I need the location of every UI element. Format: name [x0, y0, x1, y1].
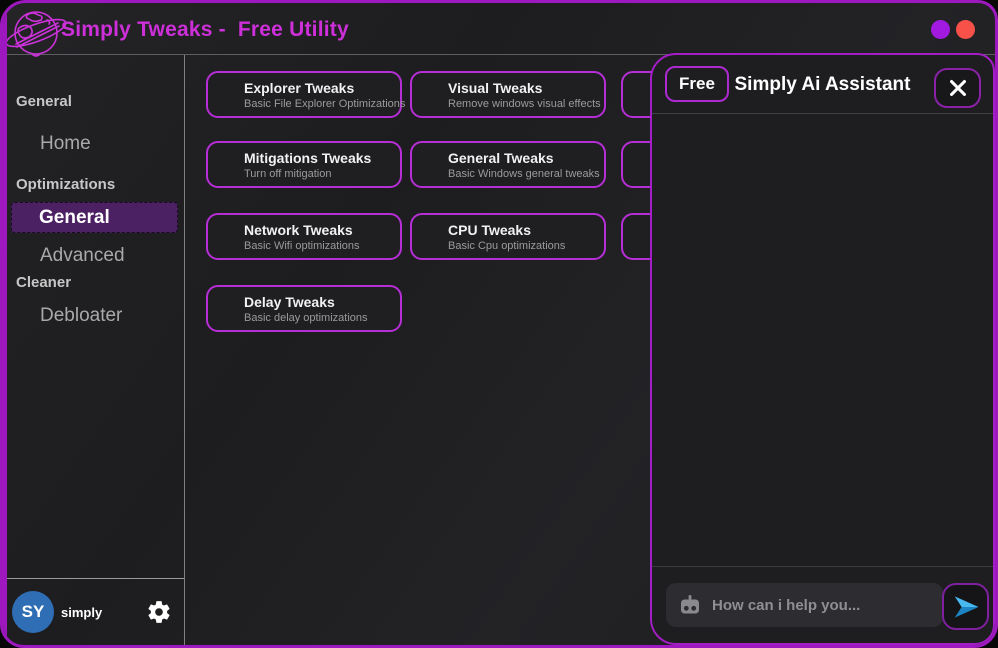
titlebar: Simply Tweaks - Free Utility	[3, 3, 995, 55]
send-icon	[951, 592, 981, 622]
sidebar-item-home[interactable]: Home	[40, 133, 91, 155]
window-left-border	[3, 3, 7, 645]
ai-assistant-panel: Free Simply Ai Assistant	[650, 53, 995, 645]
card-network-tweaks[interactable]: Network Tweaks Basic Wifi optimizations	[206, 213, 402, 260]
card-title: Visual Tweaks	[448, 80, 594, 97]
chat-input[interactable]	[666, 583, 943, 627]
card-subtitle: Basic Cpu optimizations	[448, 239, 594, 253]
close-assistant-button[interactable]	[934, 68, 981, 108]
card-cpu-tweaks[interactable]: CPU Tweaks Basic Cpu optimizations	[410, 213, 606, 260]
card-subtitle: Basic Windows general tweaks	[448, 167, 594, 181]
card-mitigations-tweaks[interactable]: Mitigations Tweaks Turn off mitigation	[206, 141, 402, 188]
close-window-button[interactable]	[956, 20, 975, 39]
card-subtitle: Basic Wifi optimizations	[244, 239, 390, 253]
app-title: Simply Tweaks - Free Utility	[61, 3, 349, 55]
sidebar-section-optimizations: Optimizations	[16, 176, 115, 193]
sidebar-footer: SY simply	[3, 578, 184, 645]
sidebar-section-general: General	[16, 93, 72, 110]
settings-button[interactable]	[146, 599, 172, 625]
card-subtitle: Turn off mitigation	[244, 167, 390, 181]
chat-input-bar	[652, 566, 993, 643]
minimize-button[interactable]	[931, 20, 950, 39]
card-title: CPU Tweaks	[448, 222, 594, 239]
sidebar-item-general[interactable]: General	[11, 202, 178, 233]
close-icon	[947, 77, 969, 99]
card-title: Explorer Tweaks	[244, 80, 390, 97]
card-visual-tweaks[interactable]: Visual Tweaks Remove windows visual effe…	[410, 71, 606, 118]
send-message-button[interactable]	[942, 583, 989, 630]
card-subtitle: Basic delay optimizations	[244, 311, 390, 325]
card-title: Mitigations Tweaks	[244, 150, 390, 167]
card-title: Delay Tweaks	[244, 294, 390, 311]
card-explorer-tweaks[interactable]: Explorer Tweaks Basic File Explorer Opti…	[206, 71, 402, 118]
card-delay-tweaks[interactable]: Delay Tweaks Basic delay optimizations	[206, 285, 402, 332]
chat-messages-area	[652, 115, 993, 566]
sidebar: General Home Optimizations General Advan…	[3, 55, 185, 645]
sidebar-item-advanced[interactable]: Advanced	[40, 245, 125, 267]
window-controls	[931, 3, 975, 55]
card-general-tweaks[interactable]: General Tweaks Basic Windows general twe…	[410, 141, 606, 188]
chat-input-container	[666, 583, 943, 627]
card-subtitle: Basic File Explorer Optimizations	[244, 97, 390, 111]
sidebar-item-debloater[interactable]: Debloater	[40, 305, 122, 327]
username-label: simply	[61, 605, 102, 620]
ai-panel-header: Free Simply Ai Assistant	[652, 55, 993, 114]
gear-icon	[146, 599, 172, 625]
app-window: Simply Tweaks - Free Utility General Hom…	[0, 0, 998, 648]
card-title: General Tweaks	[448, 150, 594, 167]
avatar: SY	[12, 591, 54, 633]
card-title: Network Tweaks	[244, 222, 390, 239]
sidebar-section-cleaner: Cleaner	[16, 274, 71, 291]
card-subtitle: Remove windows visual effects	[448, 97, 594, 111]
planet-logo-icon	[3, 3, 69, 61]
